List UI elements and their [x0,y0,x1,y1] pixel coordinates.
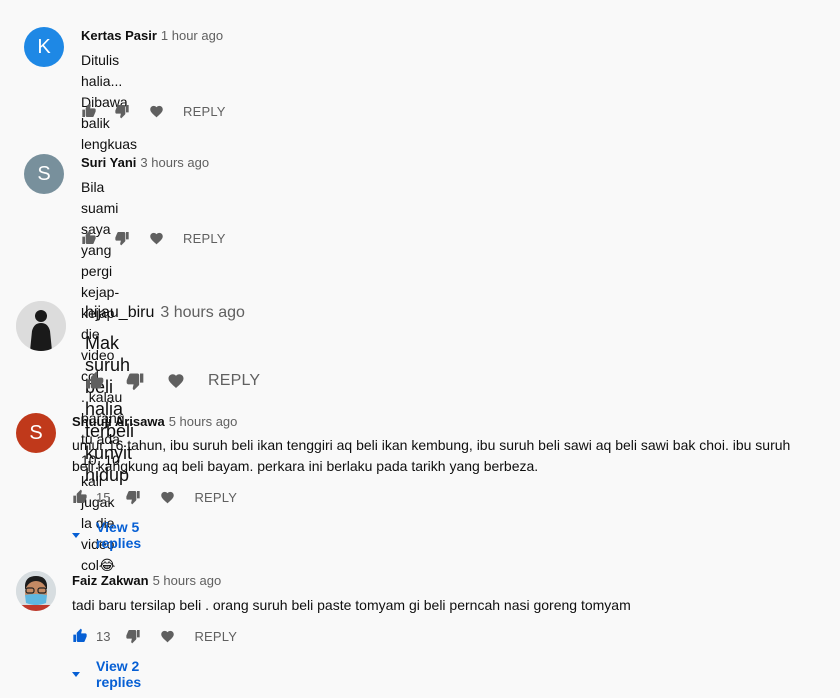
heart-icon[interactable] [159,489,175,505]
comment-actions: REPLY [85,371,260,391]
masked-person-avatar[interactable] [16,571,56,611]
reply-button[interactable]: REPLY [183,104,226,119]
comment-line: Ditulis halia... [81,52,123,89]
comment-actions: REPLY [81,229,226,247]
author-name[interactable]: Suri Yani [81,155,136,170]
like-icon[interactable] [85,371,105,391]
reply-button[interactable]: REPLY [208,372,260,390]
author-name[interactable]: Shuuji Arisawa [72,414,165,429]
view-replies-label: View 5 replies [96,519,142,551]
view-replies-button[interactable]: View 5 replies [72,519,141,551]
comment-line: umur 16 tahun, ibu suruh beli ikan tengg… [72,437,791,453]
dislike-icon[interactable] [125,628,141,644]
dislike-icon[interactable] [114,230,130,246]
reply-button[interactable]: REPLY [194,629,237,644]
comment-line: beli kangkung aq beli bayam. perkara ini… [72,458,539,474]
author-name[interactable]: Faiz Zakwan [72,573,149,588]
reply-button[interactable]: REPLY [183,231,226,246]
like-icon[interactable] [81,103,97,119]
avatar[interactable]: S [24,154,64,194]
like-icon-active[interactable] [72,628,88,644]
chevron-down-icon [72,532,80,538]
comment-text: tadi baru tersilap beli . orang suruh be… [72,595,631,616]
heart-icon[interactable] [148,230,164,246]
comment-header: hijau_biru 3 hours ago [85,304,245,322]
chevron-down-icon [72,671,80,677]
comment-header: Shuuji Arisawa 5 hours ago [72,414,237,429]
silhouette-avatar[interactable] [16,301,66,351]
comment-actions: REPLY [81,102,226,120]
avatar-letter: S [37,162,51,185]
like-count: 13 [96,628,111,644]
dislike-icon[interactable] [125,489,141,505]
heart-icon[interactable] [159,628,175,644]
comment-header: Suri Yani 3 hours ago [81,155,209,170]
comment-time[interactable]: 1 hour ago [161,28,223,43]
comment-time[interactable]: 5 hours ago [169,414,238,429]
comment-actions: 13 REPLY [72,627,237,645]
view-replies-label: View 2 replies [96,658,142,690]
comment-time[interactable]: 3 hours ago [160,304,245,321]
dislike-icon[interactable] [114,103,130,119]
comment-line: tadi baru tersilap beli . orang suruh be… [72,597,631,613]
author-name[interactable]: hijau_biru [85,304,154,321]
avatar[interactable]: K [24,27,64,67]
like-icon[interactable] [72,489,88,505]
avatar-letter: S [29,421,43,444]
comment-text: umur 16 tahun, ibu suruh beli ikan tengg… [72,435,790,477]
person-photo-icon [16,571,56,611]
comment-time[interactable]: 3 hours ago [140,155,209,170]
comment-header: Kertas Pasir 1 hour ago [81,28,223,43]
avatar[interactable]: S [16,413,56,453]
dislike-icon[interactable] [125,371,145,391]
heart-icon[interactable] [148,103,164,119]
heart-icon[interactable] [166,371,186,391]
like-icon[interactable] [81,230,97,246]
comment-time[interactable]: 5 hours ago [153,573,222,588]
avatar-letter: K [37,35,51,58]
like-count: 15 [96,489,111,505]
silhouette-icon [16,301,66,351]
view-replies-button[interactable]: View 2 replies [72,658,141,690]
comment-header: Faiz Zakwan 5 hours ago [72,573,221,588]
comment-actions: 15 REPLY [72,488,237,506]
author-name[interactable]: Kertas Pasir [81,28,157,43]
reply-button[interactable]: REPLY [194,490,237,505]
